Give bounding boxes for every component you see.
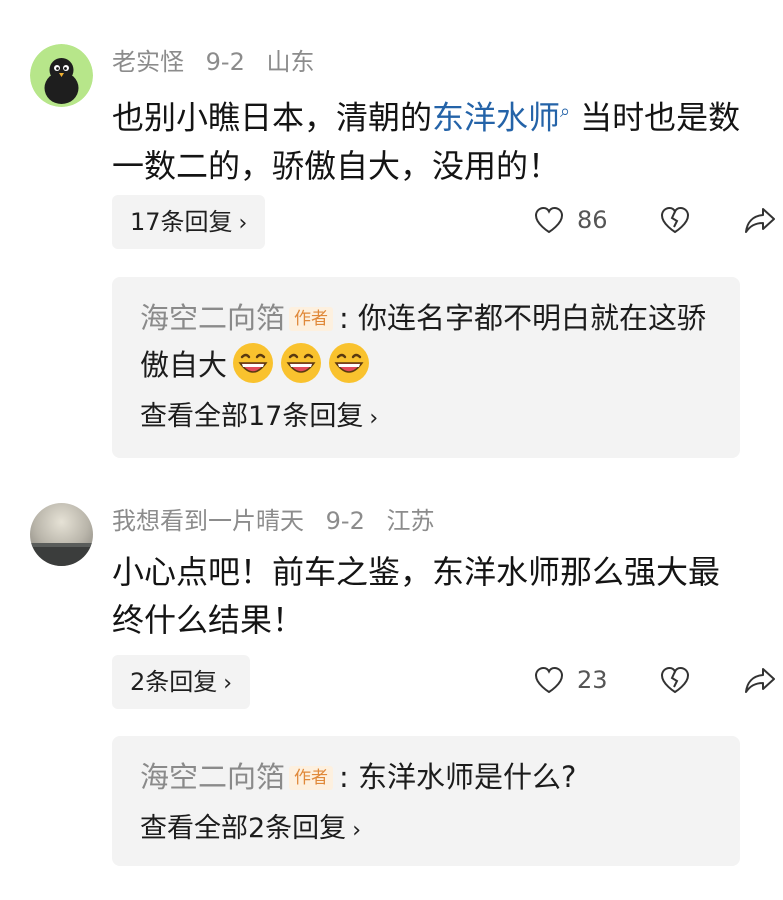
author-badge: 作者 [289,307,334,331]
reply-count-button[interactable]: 17条回复 › [112,195,266,249]
comment-text: 也别小瞧日本，清朝的东洋水师⌕ 当时也是数一数二的，骄傲自大，没用的！ [112,98,741,185]
sky-photo-avatar-icon [30,503,93,566]
reply-author[interactable]: 海空二向箔 [140,760,285,794]
username[interactable]: 我想看到一片晴天 [112,507,304,535]
like-button[interactable]: 86 [533,205,608,235]
top-reply: 海空二向箔 作者: 东洋水师是什么? [140,754,712,800]
share-button[interactable] [743,205,777,239]
reply-text: : 东洋水师是什么? [339,760,577,794]
like-count: 86 [577,206,608,234]
grin-emoji-icon [281,343,322,383]
share-arrow-icon [745,208,775,233]
heart-outline-icon [534,666,564,694]
comment-actions: 86 [483,195,783,249]
dislike-button[interactable] [659,205,691,239]
top-reply-box[interactable]: 海空二向箔 作者: 东洋水师是什么? 查看全部2条回复 › [112,736,740,866]
search-icon[interactable]: ⌕ [560,101,570,122]
reply-author[interactable]: 海空二向箔 [140,301,285,335]
chevron-right-icon: › [369,406,379,431]
chevron-right-icon: › [223,671,233,696]
top-reply: 海空二向箔 作者: 你连名字都不明白就在这骄傲自大 [140,295,712,388]
chevron-right-icon: › [352,818,361,843]
username[interactable]: 老实怪 [112,48,184,76]
top-reply-box[interactable]: 海空二向箔 作者: 你连名字都不明白就在这骄傲自大 查看全部17条回复 › [112,277,740,458]
grin-emoji-icon [329,343,370,383]
bird-avatar-icon [30,44,93,107]
comment-text: 小心点吧！前车之鉴，东洋水师那么强大最终什么结果！ [112,553,721,639]
like-count: 23 [577,666,608,694]
broken-heart-icon [660,666,690,694]
grin-emoji-icon [233,343,274,383]
chevron-right-icon: › [238,211,248,236]
reply-count-button[interactable]: 2条回复 › [112,655,251,709]
comment-location: 山东 [266,48,315,76]
heart-outline-icon [534,206,564,234]
broken-heart-icon [660,206,690,234]
comment-location: 江苏 [386,507,435,535]
view-all-replies-link[interactable]: 查看全部2条回复 › [140,806,712,854]
like-button[interactable]: 23 [533,665,608,695]
avatar[interactable] [30,503,93,566]
avatar[interactable] [30,44,93,107]
comment-date: 9-2 [205,48,245,76]
comment-actions: 23 [483,655,783,709]
comment-date: 9-2 [325,507,365,535]
keyword-link[interactable]: 东洋水师 [432,99,560,137]
share-button[interactable] [743,665,777,699]
comment-meta: 老实怪 9-2 山东 [112,47,328,77]
author-badge: 作者 [289,766,334,790]
comment-meta: 我想看到一片晴天 9-2 江苏 [112,506,448,536]
dislike-button[interactable] [659,665,691,699]
share-arrow-icon [745,668,775,693]
view-all-replies-link[interactable]: 查看全部17条回复 › [140,394,712,442]
